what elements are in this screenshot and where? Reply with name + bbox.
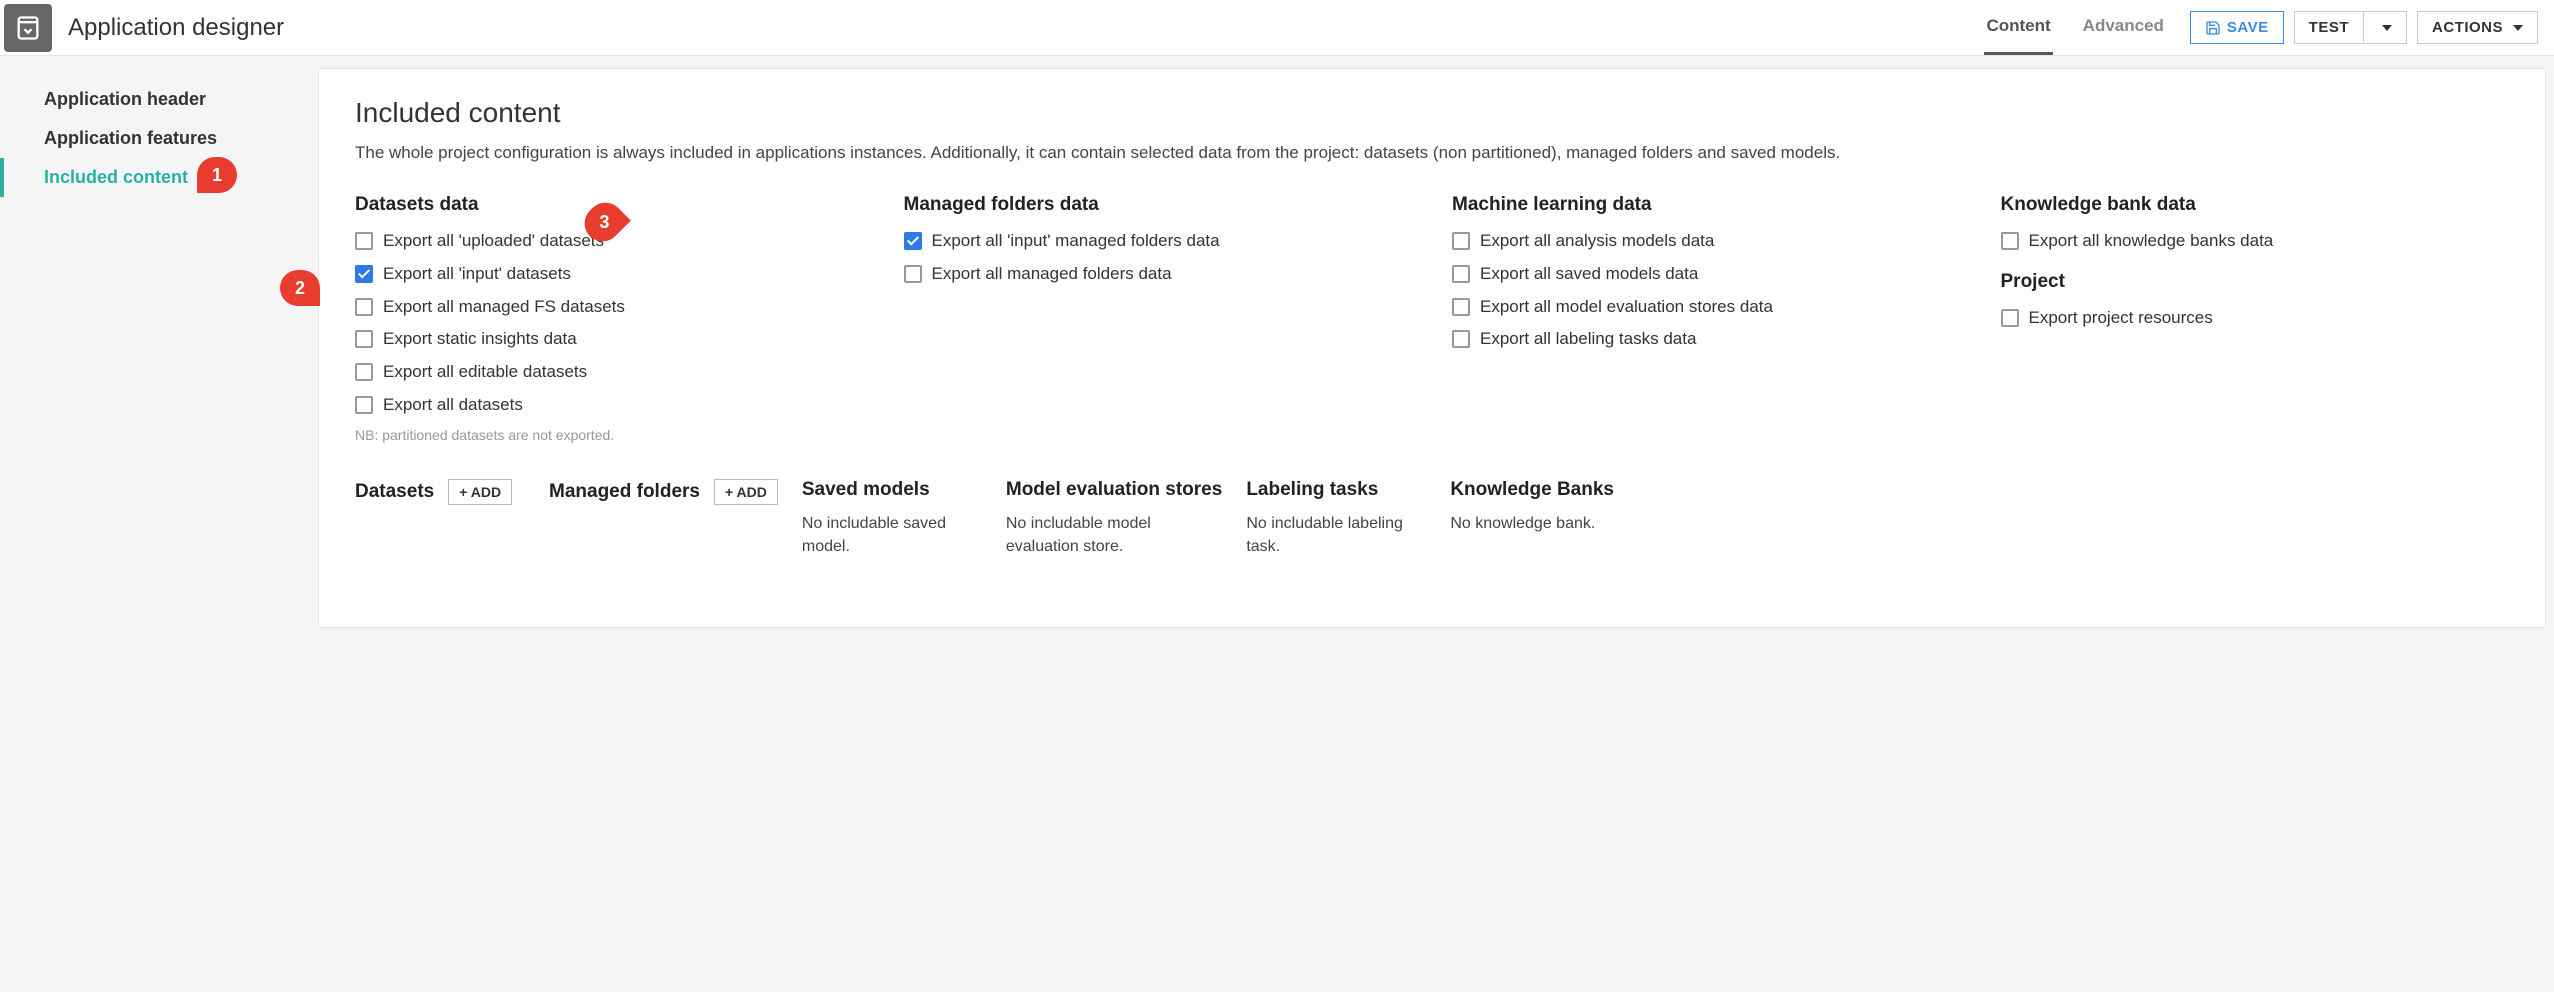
section-empty-text: No includable labeling task. bbox=[1246, 513, 1426, 558]
app-icon bbox=[4, 4, 52, 52]
section-description: The whole project configuration is alway… bbox=[355, 141, 2509, 166]
sidebar-item-application-features[interactable]: Application features bbox=[0, 119, 310, 158]
checkbox-icon bbox=[355, 396, 373, 414]
checkbox-export-input-managed-folders[interactable]: Export all 'input' managed folders data bbox=[904, 230, 1413, 253]
checkbox-icon bbox=[355, 363, 373, 381]
section-model-evaluation-stores: Model evaluation stores No includable mo… bbox=[1006, 479, 1222, 558]
caret-down-icon bbox=[2513, 25, 2523, 31]
section-empty-text: No knowledge bank. bbox=[1450, 513, 1620, 535]
checkbox-icon bbox=[355, 232, 373, 250]
checkbox-export-labeling-tasks[interactable]: Export all labeling tasks data bbox=[1452, 328, 1961, 351]
checkbox-icon bbox=[904, 265, 922, 283]
checkbox-icon bbox=[1452, 232, 1470, 250]
checkbox-icon bbox=[355, 298, 373, 316]
save-icon bbox=[2205, 20, 2221, 36]
checkbox-export-static-insights[interactable]: Export static insights data bbox=[355, 328, 864, 351]
section-datasets: Datasets + ADD bbox=[355, 479, 525, 558]
checkbox-export-all-datasets[interactable]: Export all datasets bbox=[355, 394, 864, 417]
section-empty-text: No includable model evaluation store. bbox=[1006, 513, 1186, 558]
section-labeling-tasks: Labeling tasks No includable labeling ta… bbox=[1246, 479, 1426, 558]
section-title: Datasets bbox=[355, 481, 434, 503]
tab-advanced[interactable]: Advanced bbox=[2081, 0, 2166, 55]
checkbox-label: Export static insights data bbox=[383, 328, 577, 351]
page-title: Application designer bbox=[68, 14, 1984, 42]
checkbox-export-saved-models[interactable]: Export all saved models data bbox=[1452, 263, 1961, 286]
sidebar: Application header Application features … bbox=[0, 56, 310, 636]
group-title: Knowledge bank data bbox=[2001, 194, 2510, 216]
save-button-label: SAVE bbox=[2227, 19, 2269, 36]
checkbox-icon bbox=[355, 330, 373, 348]
checkbox-icon bbox=[1452, 330, 1470, 348]
checkbox-export-uploaded-datasets[interactable]: Export all 'uploaded' datasets bbox=[355, 230, 864, 253]
section-empty-text: No includable saved model. bbox=[802, 513, 982, 558]
checkbox-icon bbox=[1452, 265, 1470, 283]
top-bar: Application designer Content Advanced SA… bbox=[0, 0, 2554, 56]
checkbox-label: Export all managed FS datasets bbox=[383, 296, 625, 319]
section-title: Saved models bbox=[802, 479, 930, 501]
checkbox-label: Export all datasets bbox=[383, 394, 523, 417]
checkbox-label: Export all knowledge banks data bbox=[2029, 230, 2274, 253]
checkbox-icon bbox=[2001, 309, 2019, 327]
checkbox-icon bbox=[904, 232, 922, 250]
group-ml-data: Machine learning data Export all analysi… bbox=[1452, 194, 1961, 444]
datasets-note: NB: partitioned datasets are not exporte… bbox=[355, 427, 864, 443]
header-tabs: Content Advanced bbox=[1984, 0, 2165, 55]
checkbox-label: Export all 'input' managed folders data bbox=[932, 230, 1220, 253]
checkbox-export-analysis-models[interactable]: Export all analysis models data bbox=[1452, 230, 1961, 253]
tab-content[interactable]: Content bbox=[1984, 0, 2052, 55]
group-title: Machine learning data bbox=[1452, 194, 1961, 216]
checkbox-label: Export all analysis models data bbox=[1480, 230, 1714, 253]
checkbox-icon bbox=[2001, 232, 2019, 250]
content-card: Included content The whole project confi… bbox=[318, 68, 2546, 628]
sidebar-item-application-header[interactable]: Application header bbox=[0, 80, 310, 119]
group-title: Project bbox=[2001, 271, 2510, 293]
save-button[interactable]: SAVE bbox=[2190, 11, 2284, 44]
add-folder-button[interactable]: + ADD bbox=[714, 479, 778, 505]
actions-button[interactable]: ACTIONS bbox=[2417, 11, 2538, 44]
checkbox-label: Export project resources bbox=[2029, 307, 2213, 330]
section-title: Managed folders bbox=[549, 481, 700, 503]
test-button-group: TEST bbox=[2294, 11, 2407, 44]
section-managed-folders: Managed folders + ADD bbox=[549, 479, 778, 558]
checkbox-label: Export all saved models data bbox=[1480, 263, 1698, 286]
group-datasets-data: Datasets data Export all 'uploaded' data… bbox=[355, 194, 864, 444]
checkbox-export-editable-datasets[interactable]: Export all editable datasets bbox=[355, 361, 864, 384]
checkbox-label: Export all editable datasets bbox=[383, 361, 587, 384]
section-saved-models: Saved models No includable saved model. bbox=[802, 479, 982, 558]
group-title: Datasets data bbox=[355, 194, 864, 216]
checkbox-export-input-datasets[interactable]: Export all 'input' datasets bbox=[355, 263, 864, 286]
checkbox-label: Export all 'uploaded' datasets bbox=[383, 230, 604, 253]
section-title: Model evaluation stores bbox=[1006, 479, 1222, 501]
checkbox-label: Export all model evaluation stores data bbox=[1480, 296, 1773, 319]
checkbox-label: Export all labeling tasks data bbox=[1480, 328, 1696, 351]
checkbox-export-knowledge-banks[interactable]: Export all knowledge banks data bbox=[2001, 230, 2510, 253]
group-kb-project: Knowledge bank data Export all knowledge… bbox=[2001, 194, 2510, 444]
section-title: Labeling tasks bbox=[1246, 479, 1378, 501]
checkbox-export-all-managed-folders[interactable]: Export all managed folders data bbox=[904, 263, 1413, 286]
section-title: Knowledge Banks bbox=[1450, 479, 1614, 501]
checkbox-label: Export all 'input' datasets bbox=[383, 263, 571, 286]
checkbox-export-managed-fs-datasets[interactable]: Export all managed FS datasets bbox=[355, 296, 864, 319]
group-managed-folders-data: Managed folders data Export all 'input' … bbox=[904, 194, 1413, 444]
checkbox-label: Export all managed folders data bbox=[932, 263, 1172, 286]
actions-button-label: ACTIONS bbox=[2432, 19, 2503, 36]
top-buttons: SAVE TEST ACTIONS bbox=[2190, 11, 2538, 44]
checkbox-export-model-evaluation-stores[interactable]: Export all model evaluation stores data bbox=[1452, 296, 1961, 319]
checkbox-icon bbox=[1452, 298, 1470, 316]
group-title: Managed folders data bbox=[904, 194, 1413, 216]
sidebar-item-included-content[interactable]: Included content bbox=[0, 158, 310, 197]
test-dropdown-button[interactable] bbox=[2363, 11, 2407, 44]
section-knowledge-banks: Knowledge Banks No knowledge bank. bbox=[1450, 479, 1620, 558]
caret-down-icon bbox=[2382, 25, 2392, 31]
add-dataset-button[interactable]: + ADD bbox=[448, 479, 512, 505]
checkbox-icon bbox=[355, 265, 373, 283]
section-title: Included content bbox=[355, 97, 2509, 129]
checkbox-export-project-resources[interactable]: Export project resources bbox=[2001, 307, 2510, 330]
test-button[interactable]: TEST bbox=[2294, 11, 2363, 44]
